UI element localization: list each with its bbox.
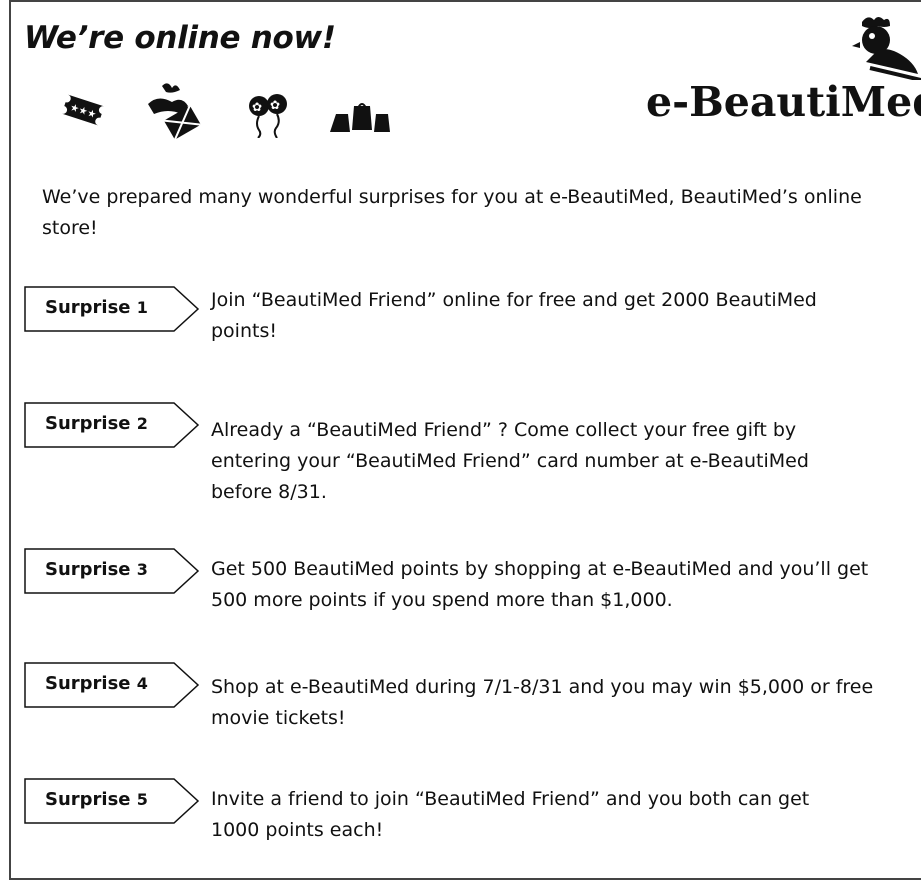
surprise-item: Surprise 3 Get 500 BeautiMed points by s…	[24, 548, 904, 628]
surprise-description: Get 500 BeautiMed points by shopping at …	[211, 558, 869, 611]
surprise-item: Surprise 5 Invite a friend to join “Beau…	[24, 778, 904, 858]
surprise-description: Invite a friend to join “BeautiMed Frien…	[211, 788, 810, 841]
surprise-description: Join “BeautiMed Friend” online for free …	[211, 289, 817, 342]
surprise-tag: Surprise 3	[24, 548, 200, 594]
svg-text:✿: ✿	[252, 100, 262, 114]
surprise-tag-label: Surprise 2	[45, 413, 148, 434]
surprise-tag-label: Surprise 4	[45, 673, 148, 694]
surprise-item: Surprise 1 Join “BeautiMed Friend” onlin…	[24, 286, 904, 366]
surprise-tag: Surprise 4	[24, 662, 200, 708]
surprise-tag-label: Surprise 3	[45, 559, 148, 580]
surprise-description: Shop at e-BeautiMed during 7/1-8/31 and …	[211, 676, 874, 729]
surprise-description: Already a “BeautiMed Friend” ? Come coll…	[211, 419, 809, 503]
intro-text: We’ve prepared many wonderful surprises …	[42, 186, 862, 239]
surprise-item: Surprise 4 Shop at e-BeautiMed during 7/…	[24, 662, 904, 742]
rooster-logo-icon	[848, 14, 921, 84]
ticket-icon: ★★★	[58, 92, 108, 132]
surprise-tag: Surprise 2	[24, 402, 200, 448]
balloons-icon: ✿ ✿	[246, 92, 292, 142]
svg-text:✿: ✿	[270, 98, 280, 112]
shopping-bags-icon	[328, 100, 392, 140]
surprise-item: Surprise 2 Already a “BeautiMed Friend” …	[24, 402, 904, 503]
gift-box-icon	[142, 78, 206, 144]
logo-wordmark: e-BeautiMed	[646, 78, 921, 126]
surprise-tag-label: Surprise 5	[45, 789, 148, 810]
surprise-tag-label: Surprise 1	[45, 297, 148, 318]
surprise-tag: Surprise 1	[24, 286, 200, 332]
headline: We’re online now!	[24, 20, 336, 56]
surprise-tag: Surprise 5	[24, 778, 200, 824]
